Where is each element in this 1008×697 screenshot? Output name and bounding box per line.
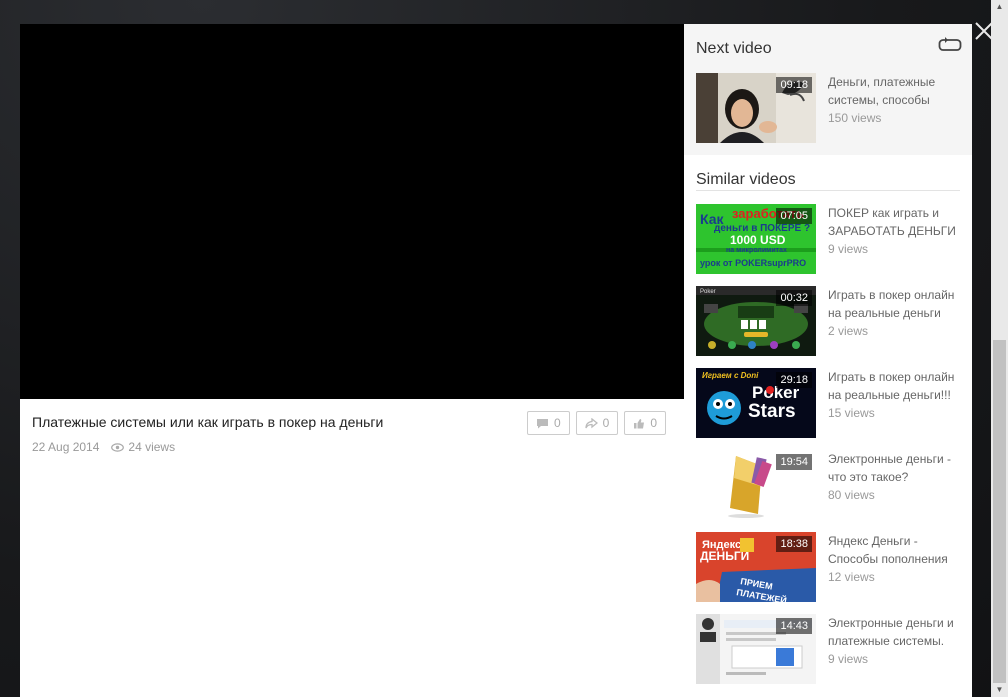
duration-badge: 29:18 xyxy=(776,372,812,388)
svg-text:Играем с Doni: Играем с Doni xyxy=(702,371,759,380)
video-item-title: ПОКЕР как играть и ЗАРАБОТАТЬ ДЕНЬГИ xyxy=(828,206,956,238)
similar-video-item[interactable]: Яндекс ДЕНЬГИ ПРИЕМ ПЛАТЕЖЕЙ 18:38 Яндек… xyxy=(696,532,962,602)
thumbs-up-icon xyxy=(634,418,645,428)
video-player[interactable] xyxy=(20,24,684,399)
duration-badge: 09:18 xyxy=(776,77,812,93)
video-item-title: Играть в покер онлайн на реальные деньги… xyxy=(828,370,955,402)
scroll-down-arrow[interactable]: ▼ xyxy=(991,683,1008,697)
section-divider xyxy=(696,190,960,191)
next-video-heading: Next video xyxy=(696,40,772,57)
video-item-title: Электронные деньги - что это такое? xyxy=(828,452,951,484)
similar-video-item[interactable]: Как заработать деньги в ПОКЕРЕ ? 1000 US… xyxy=(696,204,962,274)
video-item-views: 15 views xyxy=(828,406,875,420)
video-actions: 0 0 0 xyxy=(526,411,666,435)
video-item-views: 80 views xyxy=(828,488,875,502)
svg-text:урок от POKERsuprPRO: урок от POKERsuprPRO xyxy=(700,258,806,268)
video-thumbnail: 14:43 xyxy=(696,614,816,684)
scroll-up-arrow[interactable]: ▲ xyxy=(991,0,1008,14)
comment-icon xyxy=(536,418,548,428)
share-icon xyxy=(584,417,598,428)
video-thumbnail: Как заработать деньги в ПОКЕРЕ ? 1000 US… xyxy=(696,204,816,274)
svg-text:1000 USD: 1000 USD xyxy=(730,233,786,247)
video-title: Платежные системы или как играть в покер… xyxy=(32,414,384,430)
svg-text:на микролимитах: на микролимитах xyxy=(726,247,787,254)
duration-badge: 14:43 xyxy=(776,618,812,634)
next-video-section: Next video 09:18 Деньги, платежные систе… xyxy=(684,24,972,155)
similar-video-item[interactable]: 19:54 Электронные деньги - что это такое… xyxy=(696,450,962,520)
video-item-views: 9 views xyxy=(828,652,869,666)
similar-video-item[interactable]: 14:43 Электронные деньги и платежные сис… xyxy=(696,614,962,684)
related-sidebar: Next video 09:18 Деньги, платежные систе… xyxy=(684,24,972,697)
video-item-views: 2 views xyxy=(828,324,869,338)
comments-count: 0 xyxy=(553,416,561,430)
video-item-views: 9 views xyxy=(828,242,869,256)
likes-count: 0 xyxy=(650,416,657,430)
similar-video-item[interactable]: Играем с Doni Poker Stars 29:18 Играть в… xyxy=(696,368,962,438)
svg-text:Poker: Poker xyxy=(700,289,716,295)
video-thumbnail: 19:54 xyxy=(696,450,816,520)
duration-badge: 00:32 xyxy=(776,290,812,306)
video-item-title: Деньги, платежные системы, способы xyxy=(828,75,936,107)
repeat-icon xyxy=(938,37,962,51)
video-info: Платежные системы или как играть в покер… xyxy=(20,399,684,697)
shares-count: 0 xyxy=(602,416,610,430)
video-meta: 22 Aug 2014 24 views xyxy=(32,440,175,454)
video-date: 22 Aug 2014 xyxy=(32,440,100,454)
autoplay-toggle[interactable] xyxy=(938,36,962,54)
duration-badge: 18:38 xyxy=(776,536,812,552)
video-item-views: 150 views xyxy=(828,111,882,125)
similar-video-item[interactable]: Poker 00:32 Играть в покер онлайн на реа… xyxy=(696,286,962,356)
video-views-count: 24 views xyxy=(128,440,176,454)
duration-badge: 19:54 xyxy=(776,454,812,470)
video-item-title: Электронные деньги и платежные системы. xyxy=(828,616,954,648)
video-item-title: Играть в покер онлайн на реальные деньги xyxy=(828,288,955,320)
duration-badge: 07:05 xyxy=(776,208,812,224)
svg-text:Stars: Stars xyxy=(748,401,796,422)
similar-videos-heading: Similar videos xyxy=(696,171,796,188)
video-item-title: Яндекс Деньги - Способы пополнения xyxy=(828,534,948,566)
next-video-item[interactable]: 09:18 Деньги, платежные системы, способы… xyxy=(696,73,962,143)
video-thumbnail: Играем с Doni Poker Stars 29:18 xyxy=(696,368,816,438)
scrollbar-thumb[interactable] xyxy=(993,340,1006,683)
share-button[interactable]: 0 xyxy=(575,411,619,435)
video-thumbnail: 09:18 xyxy=(696,73,816,143)
video-modal: Платежные системы или как играть в покер… xyxy=(20,24,972,697)
like-button[interactable]: 0 xyxy=(624,411,666,435)
video-thumbnail: Яндекс ДЕНЬГИ ПРИЕМ ПЛАТЕЖЕЙ 18:38 xyxy=(696,532,816,602)
eye-icon xyxy=(111,442,125,452)
video-item-views: 12 views xyxy=(828,570,875,584)
video-thumbnail: Poker 00:32 xyxy=(696,286,816,356)
page-scrollbar[interactable]: ▲ ▼ xyxy=(991,0,1008,697)
comments-button[interactable]: 0 xyxy=(526,411,570,435)
video-views: 24 views xyxy=(111,440,175,454)
